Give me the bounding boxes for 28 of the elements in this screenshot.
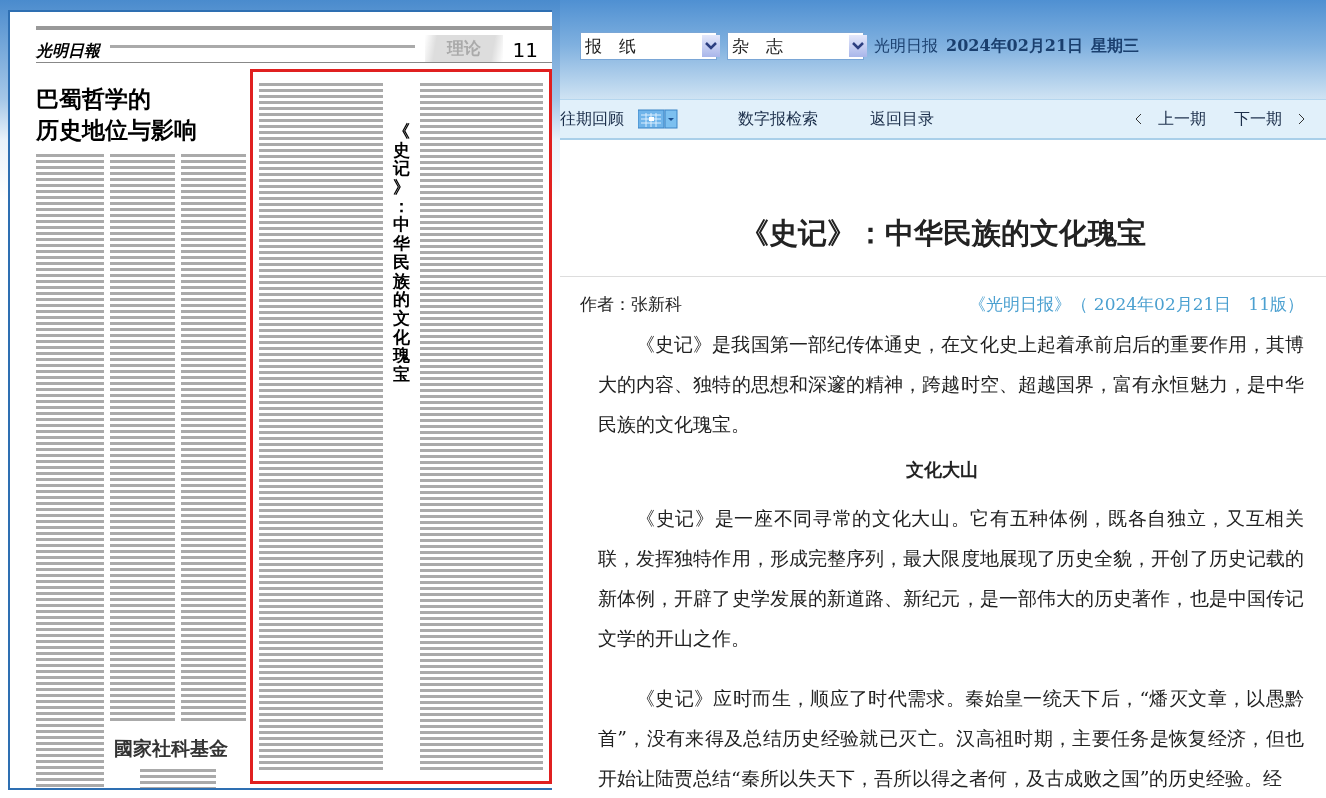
article-paragraph: 《史记》是我国第一部纪传体通史，在文化史上起着承前启后的重要作用，其博大的内容、独特的思想和深邃的精神，跨越时空、超越国界，富有永恒魅力，是中华民族的文化瑰宝。 xyxy=(597,332,1304,437)
previous-issue-link[interactable]: 上一期 xyxy=(1134,108,1206,130)
fund-logo: 國家社科基金 xyxy=(114,736,229,761)
article-source: 《光明日报》（ 2024年02月21日 11版） xyxy=(969,293,1304,316)
article-title: 《史记》：中华民族的文化瑰宝 xyxy=(560,212,1326,277)
edition-date: 2024年02月21日 xyxy=(946,36,1084,57)
article-paragraph: 《史记》是一座不同寻常的文化大山。它有五种体例，既各自独立，又互相关联，发挥独特作用，形成完整序列，最大限度地展现了历史全貌，开创了历史记载的新体例，开辟了史学发展的新道路、新纪元，是一部伟大的历史著作，也是中国传记文学的开山之作。 xyxy=(597,506,1304,651)
paper-name: 光明日报 xyxy=(874,36,938,57)
vertical-article-title: 《史记》：中华民族的文化瑰宝 xyxy=(392,122,410,384)
dropdown-select[interactable]: 杂 志 xyxy=(727,32,864,60)
edition-weekday: 星期三 xyxy=(1091,36,1140,57)
chevron-left-icon xyxy=(1134,113,1142,126)
section-heading: 文化大山 xyxy=(905,458,979,482)
archive-link[interactable]: 往期回顾 xyxy=(560,108,624,130)
chevron-down-icon xyxy=(852,42,864,50)
calendar-dropdown-button[interactable] xyxy=(638,109,678,130)
highlighted-article-frame[interactable]: 《史记》：中华民族的文化瑰宝 xyxy=(250,69,552,784)
chevron-right-icon xyxy=(1298,113,1306,126)
page-number: 11 xyxy=(512,38,539,62)
article-author: 作者：张新科 xyxy=(580,293,682,316)
next-issue-link[interactable]: 下一期 xyxy=(1234,108,1306,130)
chevron-down-icon xyxy=(705,42,717,50)
back-to-contents-link[interactable]: 返回目录 xyxy=(870,108,934,130)
newspaper-headline: 巴蜀哲学的 历史地位与影响 xyxy=(36,84,198,145)
dropdown-select[interactable]: 报 纸 xyxy=(580,32,717,60)
search-link[interactable]: 数字报检索 xyxy=(738,108,818,130)
newspaper-masthead: 光明日報 xyxy=(36,41,100,62)
article-paragraph: 《史记》应时而生，顺应了时代需求。秦始皇一统天下后，“燔灭文章，以愚黔首”，没有来得及总结历史经验就已灭亡。汉高祖时期，主要任务是恢复经济，但也开始让陆贾总结“秦所以失天下，吾所以得之者何，及古成败之国”的历史经验。经 xyxy=(597,686,1304,791)
